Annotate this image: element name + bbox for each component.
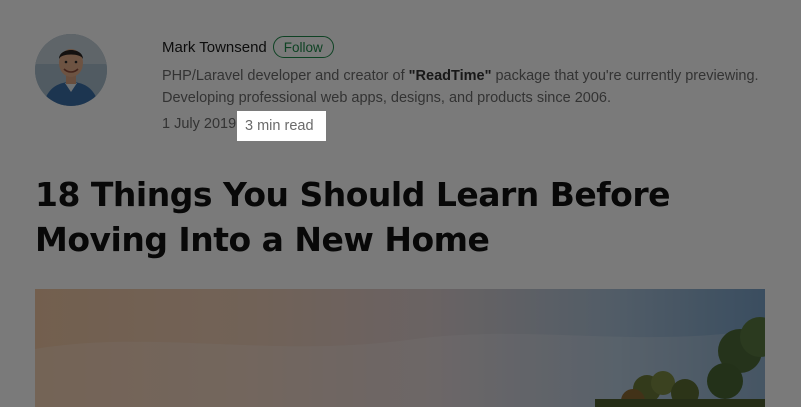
author-bio: PHP/Laravel developer and creator of "Re…	[162, 65, 762, 109]
avatar-photo-icon	[35, 34, 107, 106]
author-name[interactable]: Mark Townsend	[162, 39, 267, 56]
author-name-line: Mark Townsend Follow	[162, 34, 772, 60]
author-section: Mark Townsend Follow PHP/Laravel develop…	[35, 34, 775, 144]
read-time-highlight: 3 min read	[237, 111, 326, 141]
author-avatar[interactable]	[35, 34, 107, 106]
read-time: 3 min read	[245, 118, 314, 134]
follow-button[interactable]: Follow	[272, 36, 334, 58]
article-title: 18 Things You Should Learn Before Moving…	[35, 175, 671, 259]
publish-date: 1 July 2019	[162, 116, 237, 132]
house-landscape-photo-icon	[35, 289, 765, 407]
bio-prefix: PHP/Laravel developer and creator of	[162, 68, 409, 84]
hero-image	[35, 289, 765, 407]
article-preview-page: Mark Townsend Follow PHP/Laravel develop…	[0, 0, 801, 407]
bio-highlight: "ReadTime"	[408, 68, 492, 84]
